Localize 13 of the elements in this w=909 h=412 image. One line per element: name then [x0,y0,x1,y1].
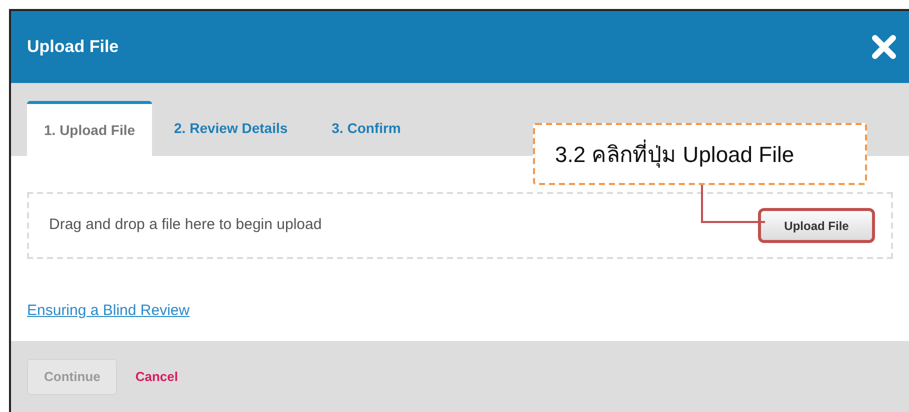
close-button[interactable] [869,32,899,62]
cancel-link[interactable]: Cancel [135,366,178,386]
leader-line [701,185,765,224]
close-icon [871,34,897,60]
dialog-title: Upload File [27,36,119,58]
callout-text: 3.2 คลิกที่ปุ่ม Upload File [555,138,794,170]
upload-file-button[interactable]: Upload File [758,208,875,243]
tab[interactable]: 2. Review Details [152,101,310,156]
dropzone-hint: Drag and drop a file here to begin upload [49,215,322,236]
blind-review-link[interactable]: Ensuring a Blind Review [27,302,190,319]
tab[interactable]: 1. Upload File [27,101,152,156]
dropzone[interactable]: Drag and drop a file here to begin upload Upload File [27,192,893,259]
tab[interactable]: 3. Confirm [310,101,423,156]
